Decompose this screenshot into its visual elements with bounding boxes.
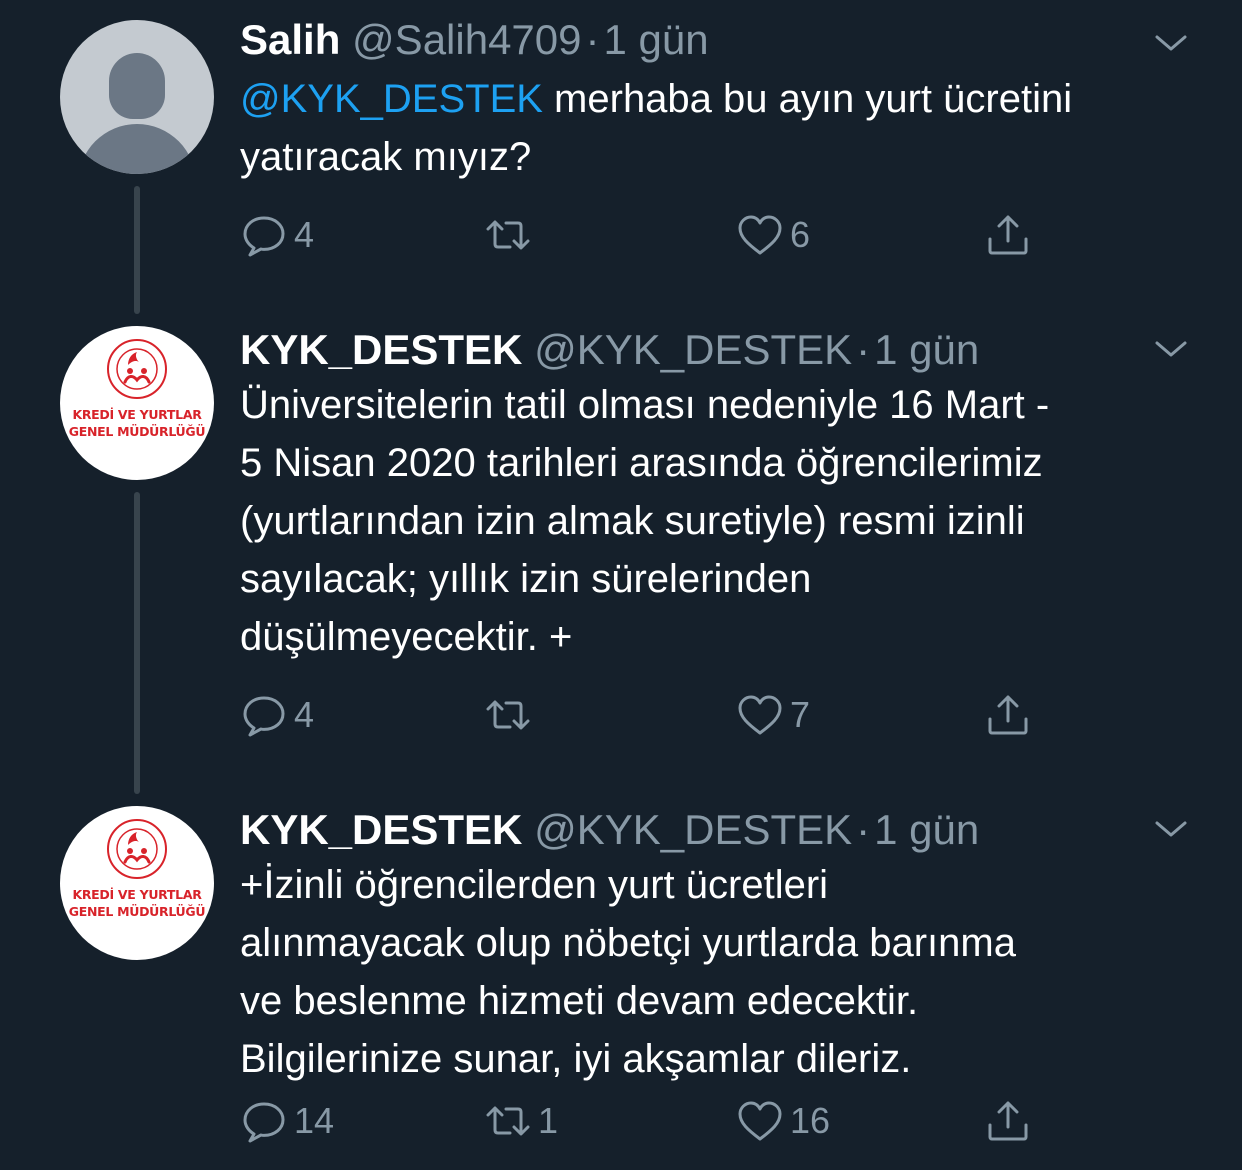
heart-icon: [738, 215, 782, 255]
tweet-actions: 14 1 16: [240, 1096, 1040, 1146]
tweet[interactable]: KREDİ VE YURTLAR GENEL MÜDÜRLÜĞÜ KYK_DES…: [0, 310, 1242, 780]
tweet-header: KYK_DESTEK @KYK_DESTEK·1 gün: [240, 804, 1172, 856]
share-button[interactable]: [984, 690, 1032, 740]
share-button[interactable]: [984, 1096, 1032, 1146]
display-name[interactable]: KYK_DESTEK: [240, 326, 522, 373]
tweet[interactable]: KREDİ VE YURTLAR GENEL MÜDÜRLÜĞÜ KYK_DES…: [0, 790, 1242, 1170]
retweet-button[interactable]: 1: [484, 1096, 558, 1146]
avatar[interactable]: KREDİ VE YURTLAR GENEL MÜDÜRLÜĞÜ: [60, 326, 214, 480]
retweet-button[interactable]: [484, 690, 538, 740]
avatar[interactable]: [60, 20, 214, 174]
tweet-text-line: Üniversitelerin tatil olması nedeniyle 1…: [240, 383, 1050, 427]
tweet-text-line: @KYK_DESTEK merhaba bu ayın yurt ücretin…: [240, 77, 1073, 121]
reply-icon: [243, 1102, 285, 1143]
retweet-count: 1: [538, 1100, 559, 1141]
separator: ·: [585, 16, 600, 63]
like-count: 16: [790, 1100, 831, 1141]
reply-icon: [243, 216, 285, 257]
timestamp[interactable]: 1 gün: [874, 326, 979, 373]
reply-count: 14: [294, 1100, 335, 1141]
tweet-text-line: düşülmeyecektir. +: [240, 615, 573, 659]
timestamp[interactable]: 1 gün: [604, 16, 709, 63]
org-name: KREDİ VE YURTLAR GENEL MÜDÜRLÜĞÜ: [68, 407, 206, 439]
tweet-text: Üniversitelerin tatil olması nedeniyle 1…: [240, 376, 1200, 666]
tweet-text: @KYK_DESTEK merhaba bu ayın yurt ücretin…: [240, 70, 1200, 186]
retweet-icon: [486, 220, 530, 250]
separator: ·: [856, 326, 871, 373]
default-profile-icon: [109, 53, 165, 119]
tweet-text-line: ve beslenme hizmeti devam edecektir.: [240, 979, 919, 1023]
chevron-down-icon[interactable]: [1152, 810, 1190, 848]
retweet-button[interactable]: [484, 210, 538, 260]
tweet-text-line: sayılacak; yıllık izin sürelerinden: [240, 557, 812, 601]
tweet-text-line: +İzinli öğrencilerden yurt ücretleri: [240, 863, 829, 907]
tweet-header: KYK_DESTEK @KYK_DESTEK·1 gün: [240, 324, 1172, 376]
chevron-down-icon[interactable]: [1152, 330, 1190, 368]
reply-count: 4: [294, 694, 315, 735]
timestamp[interactable]: 1 gün: [874, 806, 979, 853]
chevron-down-icon[interactable]: [1152, 24, 1190, 62]
tweet-text-line: yatıracak mıyız?: [240, 135, 532, 179]
tweet-text-line: 5 Nisan 2020 tarihleri arasında öğrencil…: [240, 441, 1043, 485]
user-handle[interactable]: @Salih4709: [352, 16, 581, 63]
tweet-text-line: Bilgilerinize sunar, iyi akşamlar dileri…: [240, 1037, 912, 1081]
reply-button[interactable]: 14: [240, 1096, 334, 1146]
retweet-icon: [486, 700, 530, 730]
tweet-actions: 4 6: [240, 210, 1040, 260]
like-button[interactable]: 6: [736, 210, 810, 260]
tweet-text-line: (yurtlarından izin almak suretiyle) resm…: [240, 499, 1025, 543]
user-handle[interactable]: @KYK_DESTEK: [534, 326, 852, 373]
reply-button[interactable]: 4: [240, 690, 314, 740]
reply-count: 4: [294, 214, 315, 255]
avatar[interactable]: KREDİ VE YURTLAR GENEL MÜDÜRLÜĞÜ: [60, 806, 214, 960]
like-count: 6: [790, 214, 811, 255]
like-button[interactable]: 16: [736, 1096, 830, 1146]
like-button[interactable]: 7: [736, 690, 810, 740]
share-icon: [988, 215, 1028, 255]
display-name[interactable]: Salih: [240, 16, 340, 63]
user-handle[interactable]: @KYK_DESTEK: [534, 806, 852, 853]
tweet-thread: Salih @Salih4709·1 gün @KYK_DESTEK merha…: [0, 0, 1242, 1170]
retweet-icon: [486, 1106, 530, 1136]
share-icon: [988, 1101, 1028, 1141]
mention-link[interactable]: @KYK_DESTEK: [240, 77, 543, 121]
share-button[interactable]: [984, 210, 1032, 260]
tweet-text-line: alınmayacak olup nöbetçi yurtlarda barın…: [240, 921, 1016, 965]
tweet-header: Salih @Salih4709·1 gün: [240, 14, 1172, 66]
heart-icon: [738, 695, 782, 735]
heart-icon: [738, 1101, 782, 1141]
share-icon: [988, 695, 1028, 735]
tweet-text: +İzinli öğrencilerden yurt ücretleri alı…: [240, 856, 1200, 1088]
org-name: KREDİ VE YURTLAR GENEL MÜDÜRLÜĞÜ: [68, 887, 206, 919]
like-count: 7: [790, 694, 811, 735]
tweet[interactable]: Salih @Salih4709·1 gün @KYK_DESTEK merha…: [0, 0, 1242, 300]
kyk-emblem-icon: [107, 819, 167, 879]
tweet-actions: 4 7: [240, 690, 1040, 740]
display-name[interactable]: KYK_DESTEK: [240, 806, 522, 853]
reply-icon: [243, 696, 285, 737]
reply-button[interactable]: 4: [240, 210, 314, 260]
kyk-emblem-icon: [107, 339, 167, 399]
separator: ·: [856, 806, 871, 853]
